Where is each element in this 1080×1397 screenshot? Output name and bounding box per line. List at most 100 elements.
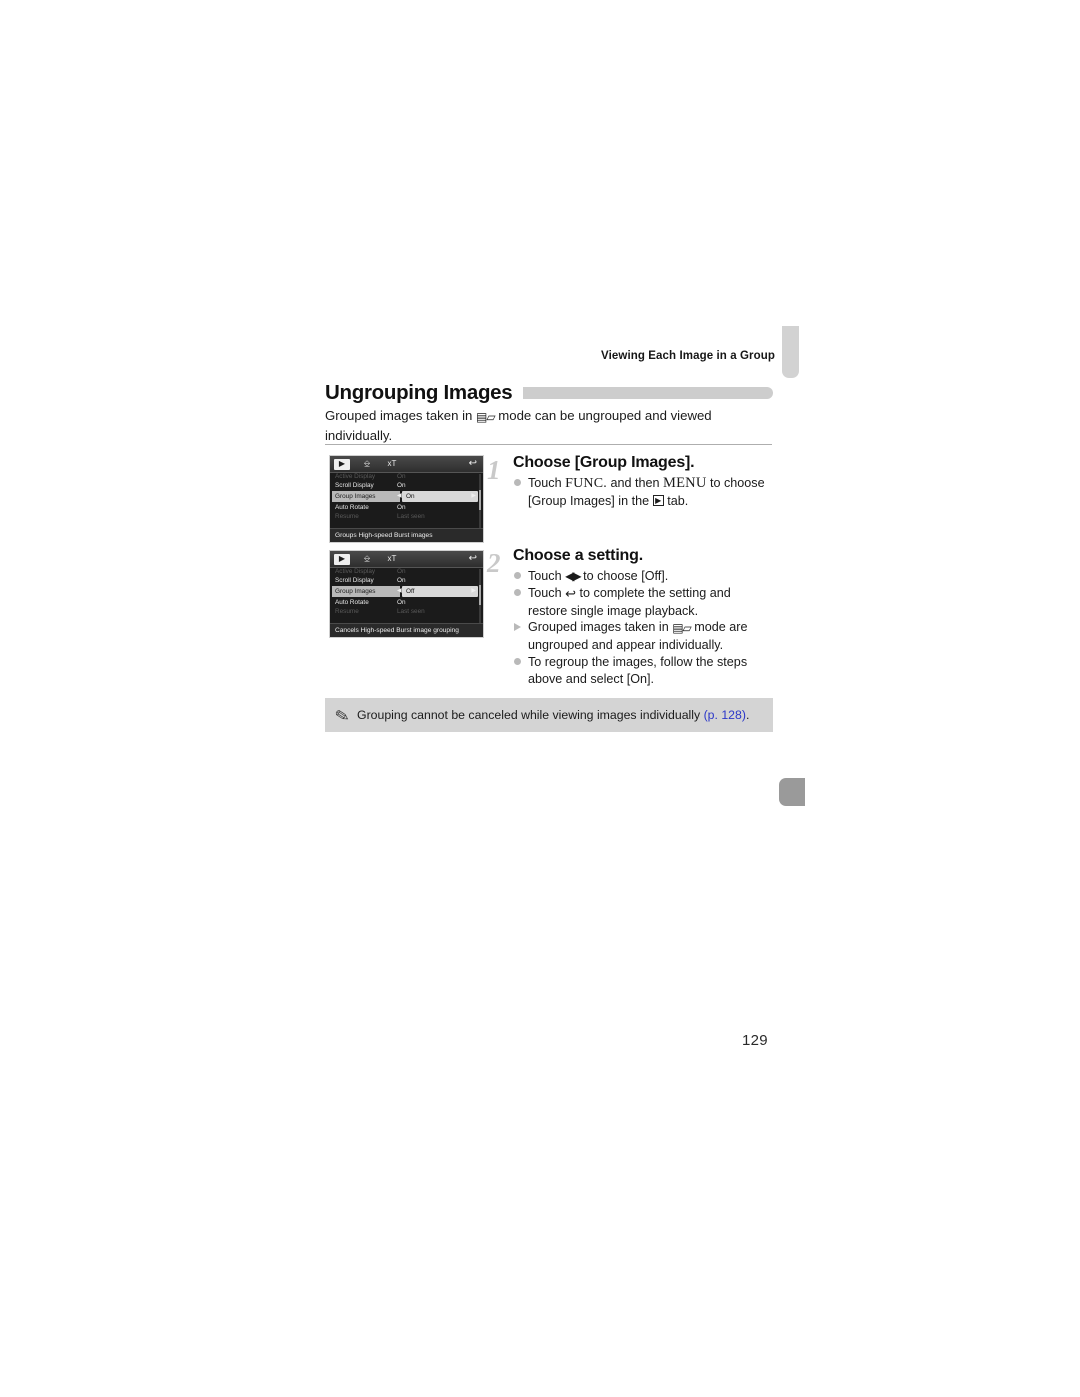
lcd-row: Auto Rotate On xyxy=(330,502,483,513)
manual-page: Viewing Each Image in a Group Ungrouping… xyxy=(0,0,1080,1397)
settings-tab-icon: xT xyxy=(387,554,397,563)
bullet-item-result: Grouped images taken in ▤▱ mode are ungr… xyxy=(513,619,777,654)
lcd-row-label: Auto Rotate xyxy=(335,504,369,511)
lcd-row: Active Display On xyxy=(330,473,483,480)
lcd-tab-bar: ▶ ⎒ xT ↩ xyxy=(330,456,483,473)
lcd-scrollbar xyxy=(479,474,481,528)
page-number: 129 xyxy=(742,1032,768,1049)
lcd-row-label: Auto Rotate xyxy=(335,599,369,606)
bullet-triangle-icon xyxy=(514,623,521,632)
bullet-text-a: To regroup the images, follow the steps xyxy=(528,654,748,669)
bullet-text-a: Touch xyxy=(528,476,562,490)
print-tab-icon: ⎒ xyxy=(363,554,371,563)
pencil-icon: ✎ xyxy=(333,705,352,727)
lcd-row-label: Resume xyxy=(335,608,359,615)
lcd-menu-rows: Active Display On Scroll Display On Grou… xyxy=(330,568,483,615)
lcd-scrollbar xyxy=(479,569,481,623)
step-2: 2 Choose a setting. Touch ◀▶ to choose [… xyxy=(487,546,777,688)
lcd-row: Scroll Display On xyxy=(330,575,483,586)
bullet-text-c: to choose xyxy=(710,476,765,490)
step-number: 2 xyxy=(487,548,501,578)
intro-text-b: mode can be ungrouped and viewed xyxy=(498,408,712,423)
step-number: 1 xyxy=(487,455,501,485)
return-arrow-icon: ↩ xyxy=(468,553,477,564)
lcd-row-label: Resume xyxy=(335,513,359,520)
left-right-arrows-icon: ◀▶ xyxy=(565,569,582,583)
page-title: Ungrouping Images xyxy=(325,381,513,404)
chapter-tab-marker-current xyxy=(779,778,805,806)
menu-button-label: MENU xyxy=(663,475,707,491)
intro-text-c: individually. xyxy=(325,427,393,443)
lcd-row-value: Off xyxy=(402,586,478,597)
lcd-menu-rows: Active Display On Scroll Display On Grou… xyxy=(330,473,483,520)
bullet-dot-icon xyxy=(514,479,521,486)
print-tab-icon: ⎒ xyxy=(363,459,371,468)
lcd-hint-text: Groups High-speed Burst images xyxy=(330,528,483,542)
return-arrow-icon: ↩ xyxy=(468,458,477,469)
page-reference-link[interactable]: (p. 128) xyxy=(704,708,746,722)
lcd-row-value: On xyxy=(397,599,406,606)
lcd-row-label: Active Display xyxy=(335,473,376,480)
high-speed-burst-icon: ▤▱ xyxy=(476,410,496,424)
bullet-text-b: and then xyxy=(610,476,660,490)
lcd-row-value: On xyxy=(397,482,406,489)
lcd-row: Active Display On xyxy=(330,568,483,575)
bullet-text-a: Grouped images taken in xyxy=(528,620,669,635)
note-tail: . xyxy=(745,708,750,722)
bullet-text-c: ungrouped and appear individually. xyxy=(528,638,724,653)
playback-tab-icon: ▶ xyxy=(652,494,664,506)
bullet-text-c: restore single image playback. xyxy=(528,603,699,618)
lcd-hint-text: Cancels High-speed Burst image grouping xyxy=(330,623,483,637)
step-bullets: Touch ◀▶ to choose [Off]. Touch ↩ to com… xyxy=(513,568,777,688)
intro-paragraph: Grouped images taken in ▤▱ mode can be u… xyxy=(325,407,765,444)
lcd-row: Resume Last seen xyxy=(330,608,483,615)
bullet-item: To regroup the images, follow the steps … xyxy=(513,654,777,688)
lcd-row-value: Last seen xyxy=(397,608,425,615)
note-box: ✎ Grouping cannot be canceled while view… xyxy=(325,698,773,732)
bullet-dot-icon xyxy=(514,572,521,579)
bullet-item: Touch ◀▶ to choose [Off]. xyxy=(513,568,777,585)
lcd-row-label: Group Images xyxy=(332,586,400,597)
bullet-text-d: [Group Images] in the xyxy=(528,493,650,508)
step-1: 1 Choose [Group Images]. Touch FUNC. and… xyxy=(487,453,777,510)
playback-tab-icon: ▶ xyxy=(334,553,350,565)
lcd-row-label: Active Display xyxy=(335,568,376,575)
bullet-item: Touch ↩ to complete the setting and rest… xyxy=(513,585,777,620)
lcd-tab-bar: ▶ ⎒ xT ↩ xyxy=(330,551,483,568)
lcd-row-selected: Group Images ◀ Off ▶ xyxy=(330,586,483,597)
bullet-text-e: tab. xyxy=(667,493,689,508)
return-arrow-icon: ↩ xyxy=(565,585,577,601)
chapter-tab-marker-top xyxy=(782,326,799,378)
lcd-row-selected: Group Images ◀ On ▶ xyxy=(330,491,483,502)
bullet-text-b: to choose [Off]. xyxy=(583,569,669,583)
step-title: Choose a setting. xyxy=(513,547,643,564)
lcd-row: Resume Last seen xyxy=(330,513,483,520)
lcd-row-label: Scroll Display xyxy=(335,577,374,584)
right-arrow-icon: ▶ xyxy=(471,493,476,499)
note-text: Grouping cannot be canceled while viewin… xyxy=(357,707,749,723)
bullet-text-a: Touch xyxy=(528,585,562,600)
lcd-row-value: On xyxy=(402,491,478,502)
section-heading: Ungrouping Images xyxy=(325,381,773,405)
note-body: Grouping cannot be canceled while viewin… xyxy=(357,708,701,722)
left-arrow-icon: ◀ xyxy=(397,588,402,594)
bullet-dot-icon xyxy=(514,588,521,596)
bullet-text-b: to complete the setting and xyxy=(579,585,731,600)
lcd-row-value: On xyxy=(397,504,406,511)
bullet-text-b: mode are xyxy=(694,620,748,635)
lcd-row-label: Scroll Display xyxy=(335,482,374,489)
lcd-row-value: On xyxy=(397,473,406,480)
high-speed-burst-icon: ▤▱ xyxy=(672,621,692,636)
lcd-row-value: Last seen xyxy=(397,513,425,520)
settings-tab-icon: xT xyxy=(387,459,397,468)
bullet-text-b: above and select [On]. xyxy=(528,671,655,686)
camera-screen-group-images-on: ▶ ⎒ xT ↩ Active Display On Scroll Displa… xyxy=(329,455,484,543)
lcd-row-value: On xyxy=(397,577,406,584)
intro-text-a: Grouped images taken in xyxy=(325,408,473,423)
func-button-label: FUNC. xyxy=(565,476,607,491)
lcd-row-label: Group Images xyxy=(332,491,400,502)
camera-screen-group-images-off: ▶ ⎒ xT ↩ Active Display On Scroll Displa… xyxy=(329,550,484,638)
step-bullets: Touch FUNC. and then MENU to choose [Gro… xyxy=(513,475,777,510)
bullet-dot-icon xyxy=(514,657,521,665)
step-title: Choose [Group Images]. xyxy=(513,454,695,471)
